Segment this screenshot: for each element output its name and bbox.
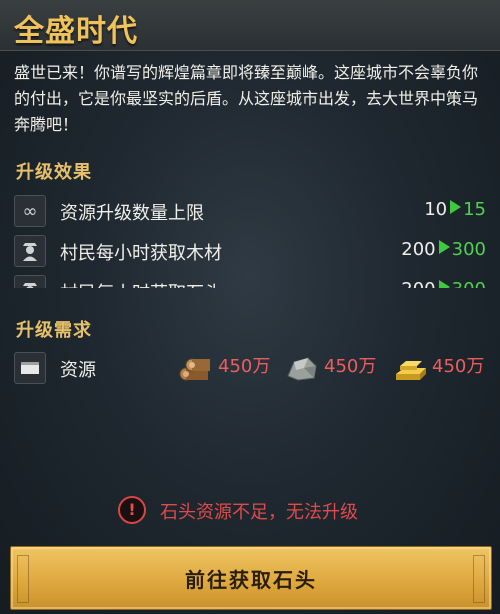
upgrade-dialog: 全盛时代 盛世已来！你谱写的辉煌篇章即将臻至巅峰。这座城市不会辜负你的付出，它是…	[0, 0, 500, 614]
effect-label: 资源升级数量上限	[60, 203, 204, 224]
effect-values: 200 300	[401, 279, 486, 288]
wood-amount: 450万	[218, 356, 271, 377]
effect-old-value: 10	[424, 199, 448, 220]
effect-new-value: 15	[463, 199, 486, 220]
dialog-title: 全盛时代	[14, 14, 138, 49]
effect-label: 村民每小时获取石头	[60, 279, 222, 288]
gold-amount: 450万	[432, 356, 485, 377]
effect-old-value: 200	[401, 239, 436, 260]
gold-icon	[392, 352, 428, 384]
title-bar: 全盛时代	[0, 0, 500, 51]
requirement-row: 资源 450万 450万 450万	[12, 348, 490, 388]
increase-arrow-icon	[438, 240, 450, 254]
increase-arrow-icon	[438, 280, 450, 288]
effect-values: 200 300	[401, 239, 486, 260]
requirement-label: 资源	[60, 360, 96, 381]
resource-icon	[14, 352, 46, 384]
effect-row: 村民每小时获取石头 200 300	[12, 272, 490, 288]
upgrade-effects-list[interactable]: ∞ 资源升级数量上限 10 15 村民每小时获取木材 200 300 村民每小时获取…	[12, 188, 490, 288]
increase-arrow-icon	[450, 200, 462, 214]
effect-new-value: 300	[451, 239, 486, 260]
effect-old-value: 200	[401, 279, 435, 288]
stone-icon	[284, 352, 320, 384]
effect-row: ∞ 资源升级数量上限 10 15	[12, 192, 490, 228]
dialog-description: 盛世已来！你谱写的辉煌篇章即将臻至巅峰。这座城市不会辜负你的付出，它是你最坚实的…	[14, 63, 479, 134]
exclamation-icon: !	[118, 496, 146, 524]
go-get-stone-button[interactable]: 前往获取石头	[10, 546, 492, 610]
effect-label: 村民每小时获取木材	[60, 243, 222, 264]
infinity-icon: ∞	[14, 195, 46, 227]
villager-icon	[14, 275, 46, 288]
upgrade-requirements-heading: 升级需求	[16, 320, 92, 341]
go-get-stone-label: 前往获取石头	[185, 568, 317, 592]
stone-amount: 450万	[324, 356, 377, 377]
warning-message: ! 石头资源不足，无法升级	[0, 496, 500, 526]
wood-icon	[176, 352, 212, 384]
villager-icon	[14, 235, 46, 267]
effect-row: 村民每小时获取木材 200 300	[12, 232, 490, 268]
effect-new-value: 300	[452, 279, 486, 288]
effect-values: 10 15	[424, 199, 486, 220]
upgrade-effects-heading: 升级效果	[16, 162, 92, 183]
warning-text: 石头资源不足，无法升级	[160, 502, 358, 523]
